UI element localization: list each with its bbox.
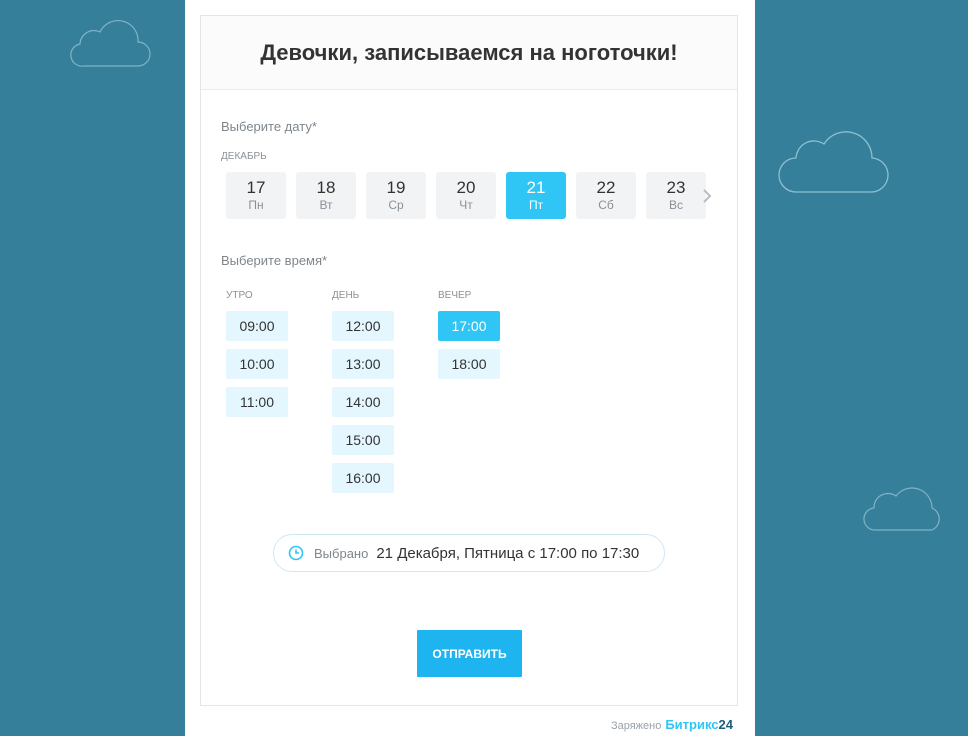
time-slot[interactable]: 11:00 [226, 387, 288, 417]
time-slot[interactable]: 17:00 [438, 311, 500, 341]
time-slot[interactable]: 15:00 [332, 425, 394, 455]
booking-form: Девочки, записываемся на ноготочки! Выбе… [200, 15, 738, 706]
summary-value: 21 Декабря, Пятница с 17:00 по 17:30 [376, 544, 640, 562]
date-number: 23 [666, 178, 686, 197]
date-number: 22 [596, 178, 616, 197]
time-slot[interactable]: 18:00 [438, 349, 500, 379]
form-header: Девочки, записываемся на ноготочки! [201, 16, 737, 90]
date-cell[interactable]: 21 Пт [506, 172, 566, 219]
month-label: Декабрь [221, 151, 267, 162]
period-label: Вечер [438, 290, 472, 301]
period-label: День [332, 290, 360, 301]
date-cell[interactable]: 18 Вт [296, 172, 356, 219]
date-number: 21 [526, 178, 546, 197]
date-cell[interactable]: 17 Пн [226, 172, 286, 219]
cloud-icon [778, 122, 890, 194]
time-slot[interactable]: 12:00 [332, 311, 394, 341]
date-cell[interactable]: 19 Ср [366, 172, 426, 219]
time-slot[interactable]: 16:00 [332, 463, 394, 493]
brand-suffix[interactable]: 24 [719, 717, 733, 732]
date-label: Выберите дату* [221, 119, 317, 134]
date-weekday: Пн [248, 198, 264, 212]
date-cell[interactable]: 20 Чт [436, 172, 496, 219]
cloud-icon [70, 14, 152, 68]
time-slot[interactable]: 09:00 [226, 311, 288, 341]
time-label: Выберите время* [221, 253, 328, 268]
date-number: 20 [456, 178, 476, 197]
date-cell[interactable]: 23 Вс [646, 172, 706, 219]
clock-icon [288, 545, 304, 561]
date-weekday: Сб [598, 198, 614, 212]
time-slot[interactable]: 14:00 [332, 387, 394, 417]
submit-button[interactable]: ОТПРАВИТЬ [417, 630, 522, 677]
date-weekday: Ср [388, 198, 404, 212]
time-slot[interactable]: 13:00 [332, 349, 394, 379]
date-weekday: Пт [528, 198, 544, 212]
date-weekday: Вс [668, 198, 683, 212]
page: Девочки, записываемся на ноготочки! Выбе… [185, 0, 755, 736]
summary-label: Выбрано [314, 545, 369, 561]
period-label: Утро [226, 290, 253, 301]
brand-name[interactable]: Битрикс [665, 717, 718, 732]
date-weekday: Вт [319, 198, 333, 212]
form-title: Девочки, записываемся на ноготочки! [260, 39, 678, 65]
chevron-right-icon[interactable] [700, 186, 714, 206]
cloud-icon [862, 478, 946, 532]
date-cell[interactable]: 22 Сб [576, 172, 636, 219]
powered-by: Заряжено Битрикс 24 [611, 717, 733, 732]
date-number: 18 [316, 178, 336, 197]
time-slot[interactable]: 10:00 [226, 349, 288, 379]
date-number: 19 [386, 178, 406, 197]
powered-by-prefix: Заряжено [610, 720, 662, 732]
date-number: 17 [246, 178, 266, 197]
date-weekday: Чт [459, 198, 473, 212]
selection-summary: Выбрано 21 Декабря, Пятница с 17:00 по 1… [273, 534, 665, 572]
